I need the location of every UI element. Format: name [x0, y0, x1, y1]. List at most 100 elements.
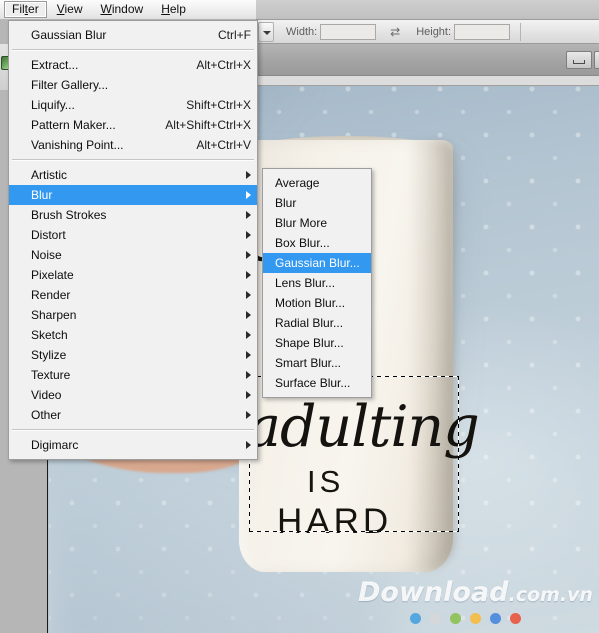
minimize-icon[interactable]	[566, 51, 592, 69]
menu-item-label: Artistic	[31, 168, 67, 182]
swap-dimensions-icon[interactable]: ⇄	[386, 24, 404, 40]
options-bar: Width: ⇄ Height:	[256, 20, 599, 44]
menu-item-shortcut: Shift+Ctrl+X	[186, 98, 251, 112]
width-label: Width:	[286, 25, 318, 38]
menu-item-label: Sketch	[31, 328, 68, 342]
menu-separator	[12, 429, 254, 431]
menu-item-label: Texture	[31, 368, 71, 382]
submenu-arrow-icon	[246, 211, 251, 219]
blur-submenu-item-box-blur[interactable]: Box Blur...	[263, 233, 371, 253]
blur-submenu-item-gaussian-blur[interactable]: Gaussian Blur...	[263, 253, 371, 273]
menu-item-label: Blur	[275, 196, 297, 210]
watermark-dots	[410, 613, 588, 624]
filter-menu-item-pixelate[interactable]: Pixelate	[9, 265, 257, 285]
submenu-arrow-icon	[246, 271, 251, 279]
menu-item-shortcut: Ctrl+F	[218, 28, 251, 42]
watermark-brand: Download	[358, 577, 509, 608]
menu-item-label: Smart Blur...	[275, 356, 342, 370]
menu-item-label: Motion Blur...	[275, 296, 346, 310]
filter-menu-item-digimarc[interactable]: Digimarc	[9, 435, 257, 455]
watermark-dot-3	[450, 613, 461, 624]
document-window-titlebar	[256, 44, 599, 76]
submenu-arrow-icon	[246, 371, 251, 379]
filter-menu-item-liquify[interactable]: Liquify... Shift+Ctrl+X	[9, 95, 257, 115]
filter-menu-item-gaussian-blur[interactable]: Gaussian Blur Ctrl+F	[9, 25, 257, 45]
menubar-item-help[interactable]: Help	[153, 1, 194, 18]
blur-submenu-item-average[interactable]: Average	[263, 173, 371, 193]
filter-menu-item-render[interactable]: Render	[9, 285, 257, 305]
menu-item-label: Surface Blur...	[275, 376, 351, 390]
blur-submenu-item-blur[interactable]: Blur	[263, 193, 371, 213]
watermark-text: Download.com.vn	[358, 577, 593, 610]
mnemonic: H	[161, 2, 170, 16]
menu-item-label: Other	[31, 408, 62, 422]
blur-submenu-item-surface-blur[interactable]: Surface Blur...	[263, 373, 371, 393]
filter-menu-item-stylize[interactable]: Stylize	[9, 345, 257, 365]
document-subbar	[256, 76, 599, 86]
filter-menu-item-distort[interactable]: Distort	[9, 225, 257, 245]
menu-bar: Filter View Window Help	[0, 0, 256, 20]
blur-submenu-item-lens-blur[interactable]: Lens Blur...	[263, 273, 371, 293]
menu-item-label: Pixelate	[31, 268, 74, 282]
blur-submenu-item-smart-blur[interactable]: Smart Blur...	[263, 353, 371, 373]
mnemonic: W	[100, 2, 112, 16]
filter-menu-item-filter-gallery[interactable]: Filter Gallery...	[9, 75, 257, 95]
menubar-item-view[interactable]: View	[49, 1, 91, 18]
blur-submenu-item-shape-blur[interactable]: Shape Blur...	[263, 333, 371, 353]
menu-item-label: Video	[31, 388, 62, 402]
height-input[interactable]	[454, 23, 511, 40]
submenu-arrow-icon	[246, 331, 251, 339]
filter-menu-item-brush-strokes[interactable]: Brush Strokes	[9, 205, 257, 225]
filter-menu-item-video[interactable]: Video	[9, 385, 257, 405]
top-strip	[256, 0, 599, 20]
maximize-icon[interactable]	[594, 51, 599, 69]
filter-menu-item-texture[interactable]: Texture	[9, 365, 257, 385]
blur-submenu-item-blur-more[interactable]: Blur More	[263, 213, 371, 233]
menu-item-label: Brush Strokes	[31, 208, 107, 222]
filter-menu-item-vanishing-point[interactable]: Vanishing Point... Alt+Ctrl+V	[9, 135, 257, 155]
menu-item-label: Gaussian Blur...	[275, 256, 360, 270]
filter-menu-item-other[interactable]: Other	[9, 405, 257, 425]
filter-menu-panel: Gaussian Blur Ctrl+F Extract... Alt+Ctrl+X F…	[8, 20, 258, 460]
submenu-arrow-icon	[246, 391, 251, 399]
menu-item-label: Gaussian Blur	[31, 28, 107, 42]
filter-menu-item-sharpen[interactable]: Sharpen	[9, 305, 257, 325]
submenu-arrow-icon	[246, 311, 251, 319]
menu-separator	[12, 49, 254, 51]
menu-item-label: Box Blur...	[275, 236, 330, 250]
filter-menu-item-extract[interactable]: Extract... Alt+Ctrl+X	[9, 55, 257, 75]
menu-item-label: Extract...	[31, 58, 79, 72]
submenu-arrow-icon	[246, 191, 251, 199]
menu-item-label: Noise	[31, 248, 62, 262]
submenu-arrow-icon	[246, 441, 251, 449]
width-input[interactable]	[320, 23, 377, 40]
menu-item-label: Filter Gallery...	[31, 78, 109, 92]
photoshop-window: EE USE adulting IS HARD Download.com.vn …	[0, 0, 599, 633]
filter-menu-item-artistic[interactable]: Artistic	[9, 165, 257, 185]
menu-item-label: Blur More	[275, 216, 328, 230]
blur-submenu-item-radial-blur[interactable]: Radial Blur...	[263, 313, 371, 333]
menu-item-label: Pattern Maker...	[31, 118, 116, 132]
submenu-arrow-icon	[246, 171, 251, 179]
menu-item-label: Distort	[31, 228, 66, 242]
watermark-dot-5	[490, 613, 501, 624]
height-label: Height:	[416, 25, 452, 38]
menu-item-label: Vanishing Point...	[31, 138, 124, 152]
submenu-arrow-icon	[246, 231, 251, 239]
menu-item-label: Average	[275, 176, 320, 190]
filter-menu-item-pattern-maker[interactable]: Pattern Maker... Alt+Shift+Ctrl+X	[9, 115, 257, 135]
chevron-down-icon[interactable]	[258, 21, 274, 42]
watermark: Download.com.vn	[358, 577, 593, 624]
mnemonic: V	[56, 2, 65, 16]
submenu-arrow-icon	[246, 251, 251, 259]
menubar-item-filter[interactable]: Filter	[4, 1, 47, 18]
submenu-arrow-icon	[246, 411, 251, 419]
blur-submenu-panel: Average Blur Blur More Box Blur... Gaussian …	[262, 168, 372, 398]
menu-item-label: Digimarc	[31, 438, 79, 452]
filter-menu-item-sketch[interactable]: Sketch	[9, 325, 257, 345]
filter-menu-item-noise[interactable]: Noise	[9, 245, 257, 265]
filter-menu-item-blur[interactable]: Blur	[9, 185, 257, 205]
selection-marquee[interactable]	[249, 376, 459, 532]
menubar-item-window[interactable]: Window	[93, 1, 152, 18]
blur-submenu-item-motion-blur[interactable]: Motion Blur...	[263, 293, 371, 313]
